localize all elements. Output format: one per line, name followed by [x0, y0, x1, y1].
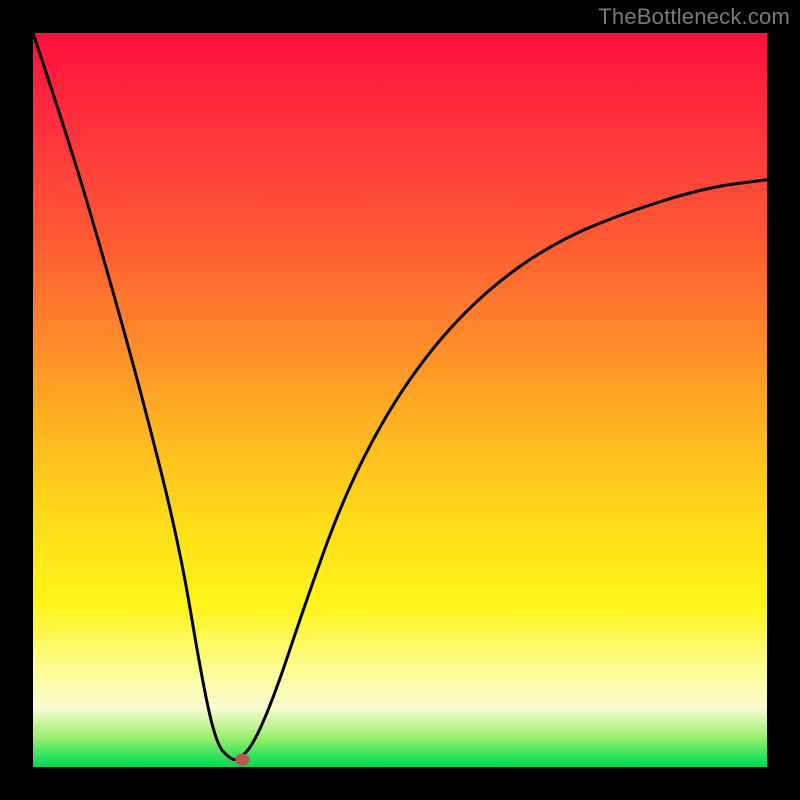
watermark-text: TheBottleneck.com: [598, 4, 790, 30]
optimum-marker: [235, 754, 249, 766]
plot-area: [33, 33, 767, 767]
chart-frame: TheBottleneck.com: [0, 0, 800, 800]
bottleneck-curve-svg: [33, 33, 767, 767]
bottleneck-curve: [33, 33, 767, 760]
